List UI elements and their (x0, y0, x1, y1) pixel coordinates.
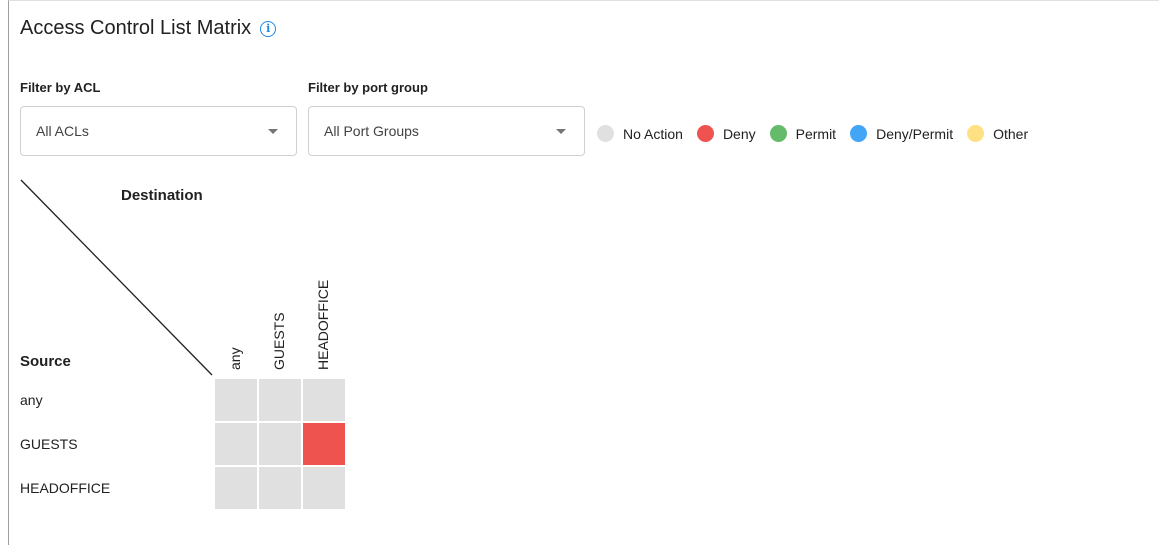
matrix-cell[interactable] (303, 467, 345, 509)
legend-label: Other (993, 125, 1029, 142)
legend-label: No Action (623, 125, 683, 142)
matrix-cell[interactable] (303, 423, 345, 465)
matrix-cell[interactable] (259, 467, 301, 509)
matrix-row-label: HEADOFFICE (20, 480, 111, 496)
matrix-cell[interactable] (215, 379, 257, 421)
legend-dot (597, 125, 614, 142)
matrix-column-label: HEADOFFICE (315, 279, 331, 370)
legend-label: Permit (795, 125, 837, 142)
matrix-column-label: any (227, 347, 243, 370)
legend-label: Deny (722, 125, 756, 142)
matrix-column-label: GUESTS (271, 312, 287, 370)
port-group-filter-select[interactable]: All Port Groups (308, 106, 585, 156)
legend-item: Permit (769, 125, 837, 142)
legend-item: No Action (597, 125, 683, 142)
legend-item: Deny/Permit (850, 125, 953, 142)
port-group-filter-value: All Port Groups (324, 123, 419, 139)
destination-label: Destination (121, 187, 203, 204)
legend-dot (769, 125, 787, 142)
source-label: Source (20, 353, 71, 370)
filter-port-group-label: Filter by port group (308, 80, 428, 95)
info-icon[interactable]: i (260, 20, 277, 37)
legend-dot (696, 125, 714, 142)
matrix-cell[interactable] (215, 423, 257, 465)
matrix-row-label: any (20, 392, 43, 408)
legend-label: Deny/Permit (876, 125, 954, 142)
legend: No Action Deny Permit Deny/Permit Other (597, 125, 1042, 142)
matrix-cell[interactable] (259, 379, 301, 421)
legend-dot (850, 125, 868, 142)
matrix-cell[interactable] (303, 379, 345, 421)
legend-dot (967, 125, 985, 142)
chevron-down-icon (268, 129, 278, 134)
matrix-row-label: GUESTS (20, 436, 78, 452)
matrix-cell[interactable] (259, 423, 301, 465)
chevron-down-icon (556, 129, 566, 134)
legend-item: Other (967, 125, 1028, 142)
legend-item: Deny (696, 125, 756, 142)
matrix-cell[interactable] (215, 467, 257, 509)
